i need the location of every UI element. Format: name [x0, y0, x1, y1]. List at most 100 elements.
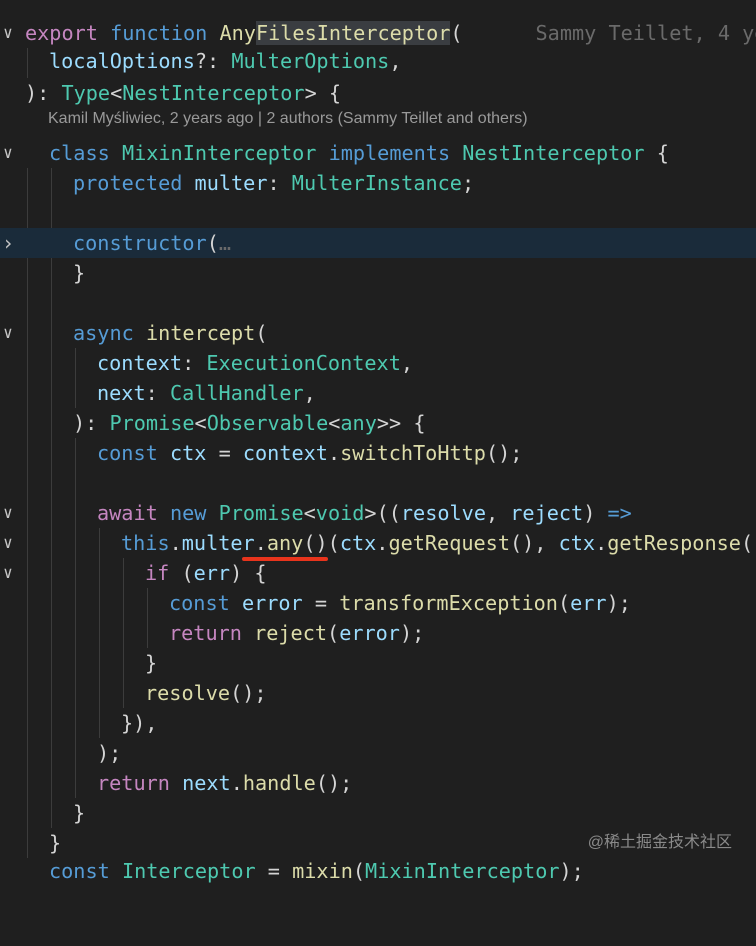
code-token: ); — [97, 741, 122, 765]
fold-chevron-down-icon[interactable]: ∨ — [0, 18, 16, 48]
code-token: } — [73, 261, 86, 285]
git-blame-inline[interactable]: Sammy Teillet, 4 ye — [536, 21, 756, 45]
fold-chevron-down-icon[interactable]: ∨ — [0, 498, 16, 528]
code-token: : — [145, 381, 158, 405]
code-token: { — [656, 141, 669, 165]
code-token: reject — [510, 501, 584, 525]
code-token: NestInterceptor — [462, 141, 645, 165]
code-token: () — [740, 531, 756, 555]
code-token: resolve — [400, 501, 486, 525]
code-token: ( — [450, 21, 463, 45]
code-token: { — [413, 411, 426, 435]
code-token: < — [328, 411, 341, 435]
code-token: } — [49, 831, 62, 855]
code-token: => — [607, 501, 632, 525]
code-token: , — [400, 351, 414, 375]
code-line: ∨ async intercept( — [0, 318, 756, 348]
code-token: } — [73, 801, 86, 825]
code-token: this — [121, 531, 170, 555]
code-token: new — [169, 501, 207, 525]
code-line: ∨ if (err) { — [0, 558, 756, 588]
code-line: ): Promise<Observable<any>> { — [0, 408, 756, 438]
code-token: . — [230, 771, 243, 795]
code-line: } — [0, 648, 756, 678]
code-editor[interactable]: ∨ export function AnyFilesInterceptor( S… — [0, 0, 756, 883]
code-token: Promise — [109, 411, 195, 435]
code-token: ?: — [194, 49, 220, 73]
code-token: ); — [559, 859, 584, 883]
code-token: await — [97, 501, 158, 525]
code-line-current: › constructor(… — [0, 228, 756, 258]
code-line: ∨ await new Promise<void>((resolve, reje… — [0, 498, 756, 528]
code-token: ctx — [339, 531, 377, 555]
code-token: err — [570, 591, 607, 615]
code-token: protected — [73, 171, 183, 195]
fold-chevron-down-icon[interactable]: ∨ — [0, 318, 16, 348]
code-token: (); — [315, 771, 353, 795]
code-line: protected multer: MulterInstance; — [0, 168, 756, 198]
code-token: : — [267, 171, 280, 195]
code-token: ( — [206, 231, 219, 255]
code-token: getRequest — [388, 531, 510, 555]
code-line: ); — [0, 738, 756, 768]
code-token: ()( — [303, 531, 340, 555]
code-token: } — [145, 651, 158, 675]
code-token: reject — [254, 621, 328, 645]
code-token: export — [25, 21, 98, 45]
code-token: Type — [61, 81, 111, 105]
code-token: return — [169, 621, 242, 645]
code-token: CallHandler — [169, 381, 304, 405]
code-token: any — [340, 411, 377, 435]
fold-chevron-down-icon[interactable]: ∨ — [0, 138, 16, 168]
code-token: }), — [121, 711, 158, 735]
blame-header-text[interactable]: Kamil Myśliwiec, 2 years ago | 2 authors… — [48, 107, 528, 131]
fold-chevron-down-icon[interactable]: ∨ — [0, 558, 16, 588]
code-token: FilesInterceptor — [255, 21, 451, 45]
code-token: error — [339, 621, 400, 645]
code-line: return next.handle(); — [0, 768, 756, 798]
code-token: return — [97, 771, 170, 795]
code-line: localOptions?: MulterOptions, — [0, 46, 756, 76]
code-token: ( — [557, 591, 571, 615]
fold-chevron-right-icon[interactable]: › — [0, 228, 16, 258]
code-token: if — [145, 561, 170, 585]
code-line: }), — [0, 708, 756, 738]
code-token: ): — [25, 81, 50, 105]
code-token: , — [303, 381, 316, 405]
folded-ellipsis[interactable]: … — [219, 231, 231, 255]
fold-chevron-down-icon[interactable]: ∨ — [0, 528, 16, 558]
code-token: , — [485, 501, 499, 525]
code-token: constructor — [73, 231, 207, 255]
codelens-blame[interactable]: Kamil Myśliwiec, 2 years ago | 2 authors… — [0, 107, 756, 131]
code-token: . — [595, 531, 608, 555]
code-token: < — [110, 81, 123, 105]
code-token: . — [327, 441, 341, 465]
code-token: Interceptor — [121, 859, 256, 883]
code-token: implements — [328, 141, 451, 165]
code-token: const — [169, 591, 230, 615]
code-line: next: CallHandler, — [0, 378, 756, 408]
code-token: < — [303, 501, 316, 525]
code-token: switchToHttp — [340, 441, 486, 465]
code-token: MixinInterceptor — [121, 141, 317, 165]
code-token: const — [97, 441, 158, 465]
code-line: ∨ export function AnyFilesInterceptor( S… — [0, 18, 756, 48]
code-token: ctx — [558, 531, 596, 555]
code-token: >(( — [364, 501, 401, 525]
code-token: { — [254, 561, 267, 585]
code-token: Observable — [206, 411, 329, 435]
code-token: ): — [73, 411, 98, 435]
code-token: ); — [399, 621, 425, 645]
code-line: ∨ class MixinInterceptor implements Nest… — [0, 138, 756, 168]
code-token: function — [110, 21, 208, 45]
code-line: resolve(); — [0, 678, 756, 708]
code-token: NestInterceptor — [122, 81, 305, 105]
code-token: any — [266, 531, 304, 555]
code-token: const — [49, 859, 110, 883]
code-token: err — [193, 561, 231, 585]
code-line: context: ExecutionContext, — [0, 348, 756, 378]
code-token: ) — [230, 561, 243, 585]
code-token: transformException — [339, 591, 558, 615]
code-token: . — [254, 531, 267, 555]
code-token: next — [97, 381, 146, 405]
